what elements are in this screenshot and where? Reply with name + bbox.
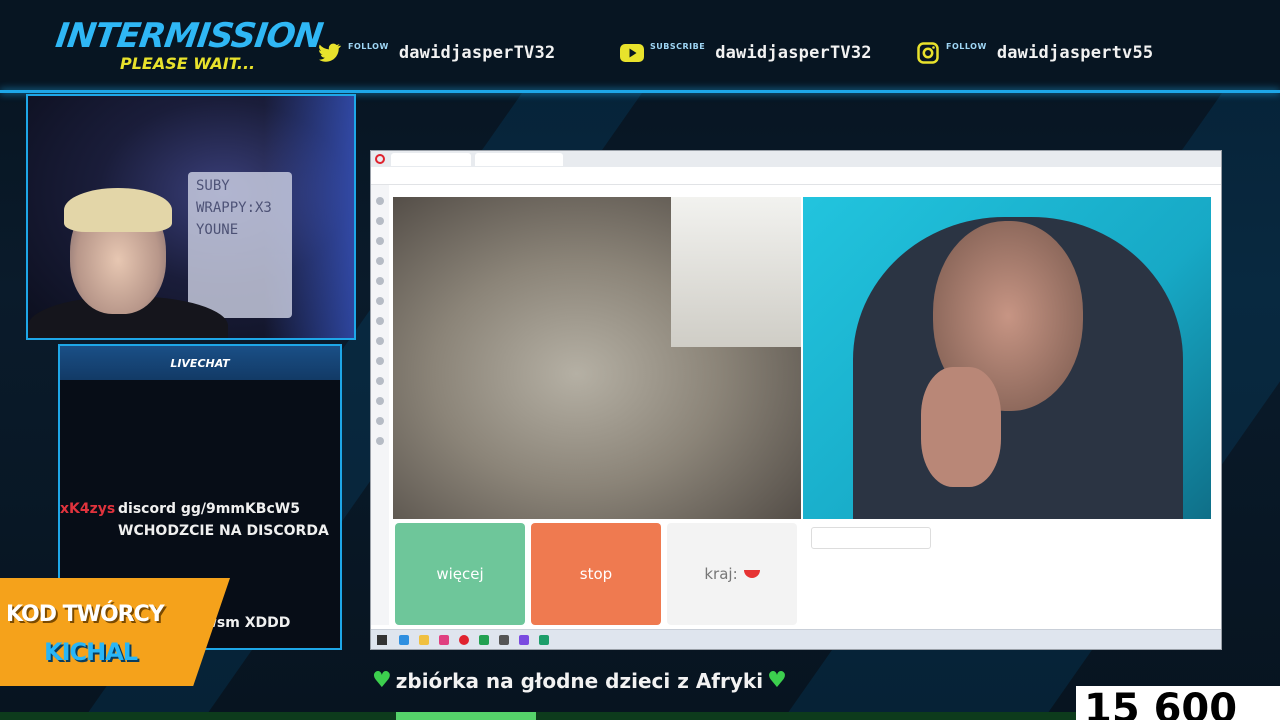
chat-message-text: wsm XDDD bbox=[204, 615, 291, 631]
chat-username: xK4zys bbox=[60, 501, 116, 517]
donation-ticker: ♥ zbiórka na głodne dzieci z Afryki ♥ bbox=[368, 668, 791, 693]
app-icon[interactable] bbox=[479, 635, 489, 645]
green-heart-icon: ♥ bbox=[372, 668, 392, 693]
social-label: FOLLOW bbox=[348, 41, 389, 51]
app-icon[interactable] bbox=[539, 635, 549, 645]
donation-counter: 15 600 bbox=[1076, 686, 1280, 720]
chat-area[interactable] bbox=[803, 523, 1211, 625]
accent-divider bbox=[0, 90, 1280, 93]
social-handle: dawidjasperTV32 bbox=[398, 43, 556, 63]
whiteboard-line: WRAPPY:X3 bbox=[196, 200, 272, 216]
creator-code-value: KICHAL bbox=[44, 638, 138, 666]
more-button[interactable]: więcej bbox=[395, 523, 525, 625]
intermission-subheading: PLEASE WAIT... bbox=[120, 54, 256, 73]
goal-progress-fill bbox=[396, 712, 536, 720]
social-label: SUBSCRIBE bbox=[650, 41, 706, 51]
opera-icon[interactable] bbox=[459, 635, 469, 645]
country-selector[interactable]: kraj: bbox=[667, 523, 797, 625]
streamer-webcam: SUBY WRAPPY:X3 YOUNE bbox=[26, 94, 356, 340]
social-twitter: FOLLOW dawidjasperTV32 bbox=[318, 38, 555, 68]
whiteboard-line: SUBY bbox=[196, 178, 230, 194]
social-label: FOLLOW bbox=[946, 41, 987, 51]
social-handle: dawidjasperTV32 bbox=[715, 43, 872, 63]
screen-capture: więcej stop kraj: bbox=[370, 150, 1222, 650]
stop-button[interactable]: stop bbox=[531, 523, 661, 625]
intermission-title: INTERMISSION PLEASE WAIT... bbox=[53, 16, 325, 73]
instagram-icon bbox=[916, 41, 940, 65]
youtube-icon bbox=[620, 41, 644, 65]
address-bar[interactable] bbox=[371, 167, 1221, 185]
social-instagram: FOLLOW dawidjaspertv55 bbox=[916, 38, 1153, 68]
browser-tab[interactable] bbox=[475, 153, 563, 166]
twitter-icon bbox=[318, 41, 342, 65]
opera-logo-icon bbox=[375, 154, 385, 164]
self-video bbox=[803, 197, 1211, 519]
intermission-heading: INTERMISSION bbox=[53, 16, 325, 56]
green-heart-icon: ♥ bbox=[767, 668, 787, 693]
app-icon[interactable] bbox=[519, 635, 529, 645]
chat-message-text: discord gg/9mmKBcW5 WCHODZCIE NA DISCORD… bbox=[118, 501, 329, 539]
country-label: kraj: bbox=[704, 565, 738, 583]
ticker-text: zbiórka na głodne dzieci z Afryki bbox=[395, 668, 764, 693]
whiteboard-line: YOUNE bbox=[196, 222, 239, 238]
creator-code-label: KOD TWÓRCY bbox=[6, 602, 165, 627]
browser-sidebar bbox=[371, 185, 389, 625]
chat-message: wsm XDDD bbox=[204, 612, 334, 634]
app-icon[interactable] bbox=[499, 635, 509, 645]
browser-tab-bar bbox=[371, 151, 1221, 167]
folder-icon[interactable] bbox=[419, 635, 429, 645]
flag-icon bbox=[743, 570, 760, 578]
social-youtube: SUBSCRIBE dawidjasperTV32 bbox=[620, 38, 872, 68]
whiteboard: SUBY WRAPPY:X3 YOUNE bbox=[188, 172, 292, 318]
chat-message: xK4zys discord gg/9mmKBcW5 WCHODZCIE NA … bbox=[60, 498, 338, 542]
chat-notice bbox=[811, 527, 931, 549]
livechat-header: LIVECHAT bbox=[60, 346, 340, 380]
app-icon[interactable] bbox=[439, 635, 449, 645]
browser-tab[interactable] bbox=[391, 153, 471, 166]
edge-icon[interactable] bbox=[399, 635, 409, 645]
windows-start-icon[interactable] bbox=[377, 635, 387, 645]
overlay-top-bar: INTERMISSION PLEASE WAIT... FOLLOW dawid… bbox=[0, 0, 1280, 92]
creator-code-badge: KOD TWÓRCY KICHAL bbox=[0, 578, 230, 686]
social-handle: dawidjaspertv55 bbox=[996, 43, 1154, 63]
stranger-video bbox=[393, 197, 801, 519]
windows-taskbar bbox=[371, 629, 1221, 649]
